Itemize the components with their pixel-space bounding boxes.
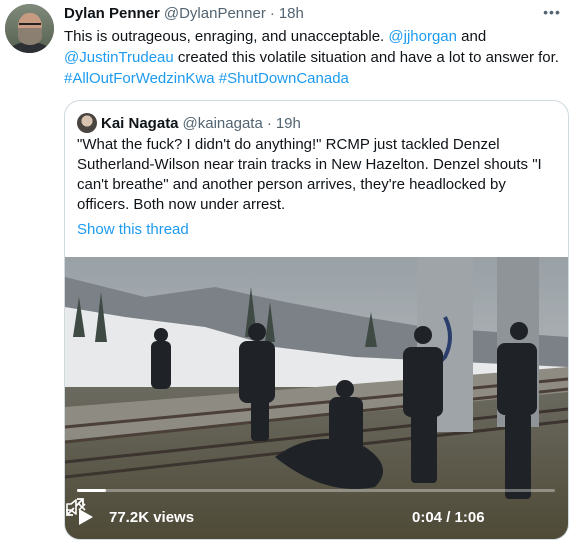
video-player[interactable]: 77.2K views 0:04 / 1:06 — [65, 257, 568, 539]
video-timecode: 0:04 / 1:06 — [412, 509, 485, 526]
hashtag-alloutforwedzinkwa[interactable]: #AllOutForWedzinKwa — [64, 70, 215, 87]
view-count: 77.2K views — [109, 509, 195, 526]
quoted-tweet-header: Kai Nagata @kainagata · 19h — [77, 113, 301, 133]
tweet-header: Dylan Penner @DylanPenner · 18h — [64, 5, 304, 25]
tweet-text-part: and — [457, 28, 487, 45]
tweet-text-part: This is outrageous, enraging, and unacce… — [64, 28, 389, 45]
tweet[interactable]: Dylan Penner @DylanPenner · 18h ••• This… — [0, 0, 577, 548]
video-progress-bar[interactable] — [77, 489, 555, 492]
quoted-author-handle: @kainagata — [182, 114, 263, 132]
tweet-text: This is outrageous, enraging, and unacce… — [64, 26, 569, 89]
hashtag-shutdowncanada[interactable]: #ShutDownCanada — [219, 70, 349, 87]
quoted-tweet-text: "What the fuck? I didn't do anything!" R… — [77, 136, 542, 213]
avatar[interactable] — [5, 4, 54, 53]
author-handle[interactable]: @DylanPenner — [164, 5, 266, 22]
tweet-text-part: created this volatile situation and have… — [173, 49, 559, 66]
tweet-timestamp[interactable]: 18h — [279, 5, 304, 22]
show-thread-link[interactable]: Show this thread — [77, 221, 189, 238]
separator-dot: · — [266, 114, 272, 132]
quoted-avatar — [77, 113, 97, 133]
quoted-author-name: Kai Nagata — [101, 114, 179, 132]
separator-dot: · — [269, 5, 275, 22]
quoted-tweet[interactable]: Kai Nagata @kainagata · 19h "What the fu… — [64, 100, 569, 540]
mention-jjhorgan[interactable]: @jjhorgan — [388, 28, 457, 45]
video-controls: 77.2K views 0:04 / 1:06 — [65, 497, 568, 539]
quoted-timestamp: 19h — [275, 114, 301, 132]
more-options-icon[interactable]: ••• — [537, 4, 567, 26]
mention-justintrudeau[interactable]: @JustinTrudeau — [64, 49, 174, 66]
fullscreen-icon[interactable] — [65, 497, 85, 517]
video-progress-fill — [77, 489, 106, 492]
author-name[interactable]: Dylan Penner — [64, 5, 160, 22]
